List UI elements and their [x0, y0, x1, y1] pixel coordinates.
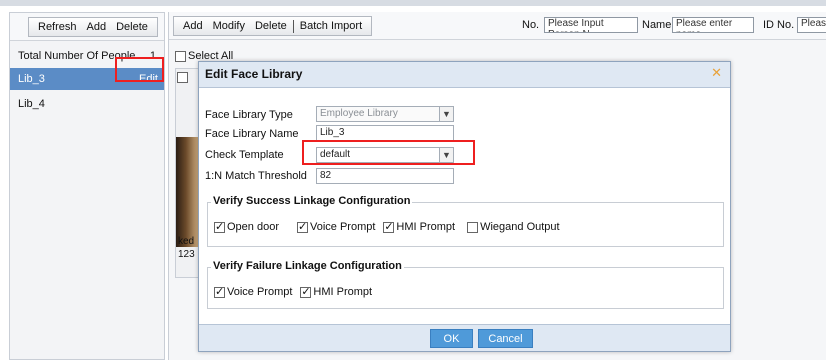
- option-label: Wiegand Output: [480, 221, 560, 233]
- success-voice-prompt-checkbox[interactable]: [296, 220, 308, 233]
- people-button-group: Add Modify Delete Batch Import: [173, 16, 373, 36]
- top-band: [0, 0, 826, 6]
- option-label: Voice Prompt: [227, 286, 293, 298]
- person-card[interactable]: ked 123: [175, 68, 199, 278]
- library-type-select: Employee Library ▼: [316, 106, 454, 122]
- library-item-label: Lib_4: [18, 98, 45, 110]
- failure-linkage-group: Verify Failure Linkage Configuration Voi…: [207, 260, 724, 309]
- failure-linkage-options: Voice Prompt HMI Prompt: [214, 285, 380, 298]
- chevron-down-icon: ▼: [439, 107, 453, 121]
- check-template-label: Check Template: [205, 149, 284, 161]
- id-filter-label: ID No.: [763, 19, 795, 31]
- library-item-label: Lib_3: [18, 73, 45, 85]
- match-threshold-label: 1:N Match Threshold: [205, 170, 307, 182]
- ok-button[interactable]: OK: [430, 329, 473, 348]
- person-name: ked: [178, 236, 195, 247]
- library-item-lib4[interactable]: Lib_4: [10, 93, 164, 115]
- delete-library-button[interactable]: Delete: [111, 18, 153, 36]
- people-toolbar: Add Modify Delete Batch Import No. Pleas…: [169, 12, 826, 40]
- add-library-button[interactable]: Add: [82, 18, 112, 36]
- id-filter-input[interactable]: Pleas: [797, 17, 826, 33]
- number-filter-label: No.: [522, 19, 540, 31]
- success-linkage-legend: Verify Success Linkage Configuration: [211, 195, 413, 207]
- success-hmi-prompt-checkbox[interactable]: [383, 220, 395, 233]
- toolbar-separator: [292, 19, 294, 33]
- failure-hmi-prompt-checkbox[interactable]: [300, 285, 312, 298]
- success-linkage-group: Verify Success Linkage Configuration Ope…: [207, 195, 724, 247]
- add-person-button[interactable]: Add: [178, 17, 208, 35]
- delete-person-button[interactable]: Delete: [250, 17, 292, 35]
- library-type-value: Employee Library: [320, 108, 398, 119]
- name-filter-input[interactable]: Please enter name: [672, 17, 754, 33]
- option-label: Open door: [227, 221, 279, 233]
- option-label: HMI Prompt: [313, 286, 373, 298]
- match-threshold-input[interactable]: 82: [316, 168, 454, 184]
- open-door-checkbox[interactable]: [214, 220, 225, 233]
- batch-import-button[interactable]: Batch Import: [295, 17, 367, 35]
- failure-voice-prompt-checkbox[interactable]: [214, 285, 225, 298]
- cancel-button[interactable]: Cancel: [478, 329, 533, 348]
- person-id: 123: [178, 249, 195, 260]
- select-all-checkbox[interactable]: [175, 50, 186, 62]
- dialog-footer: OK Cancel: [199, 324, 730, 351]
- highlight-template-box: [302, 140, 475, 165]
- library-toolbar: Refresh Add Delete: [10, 13, 164, 41]
- number-filter-input[interactable]: Please Input Person N: [544, 17, 638, 33]
- dialog-title: Edit Face Library: [205, 67, 303, 81]
- modify-person-button[interactable]: Modify: [208, 17, 250, 35]
- failure-voice-prompt-option[interactable]: Voice Prompt: [214, 285, 293, 298]
- option-label: HMI Prompt: [396, 221, 456, 233]
- library-type-label: Face Library Type: [205, 109, 293, 121]
- wiegand-output-checkbox[interactable]: [467, 221, 479, 233]
- open-door-option[interactable]: Open door: [214, 220, 279, 233]
- highlight-edit-box: [115, 57, 164, 82]
- option-label: Voice Prompt: [309, 221, 376, 233]
- person-photo: [176, 137, 198, 247]
- dialog-title-bar: Edit Face Library ✕: [199, 62, 730, 88]
- failure-linkage-legend: Verify Failure Linkage Configuration: [211, 260, 404, 272]
- name-filter-label: Name: [642, 19, 672, 31]
- person-checkbox[interactable]: [177, 72, 188, 83]
- refresh-button[interactable]: Refresh: [33, 18, 82, 36]
- close-icon[interactable]: ✕: [711, 65, 722, 81]
- library-name-label: Face Library Name: [205, 128, 299, 140]
- success-voice-prompt-option[interactable]: Voice Prompt: [296, 220, 376, 233]
- failure-hmi-prompt-option[interactable]: HMI Prompt: [300, 285, 373, 298]
- success-hmi-prompt-option[interactable]: HMI Prompt: [383, 220, 456, 233]
- wiegand-output-option[interactable]: Wiegand Output: [467, 221, 560, 233]
- success-linkage-options: Open door Voice Prompt HMI Prompt Wiegan…: [214, 220, 568, 233]
- library-button-group: Refresh Add Delete: [28, 17, 158, 37]
- edit-face-library-dialog: Edit Face Library ✕ Face Library Type Em…: [198, 61, 731, 352]
- library-name-input[interactable]: Lib_3: [316, 125, 454, 141]
